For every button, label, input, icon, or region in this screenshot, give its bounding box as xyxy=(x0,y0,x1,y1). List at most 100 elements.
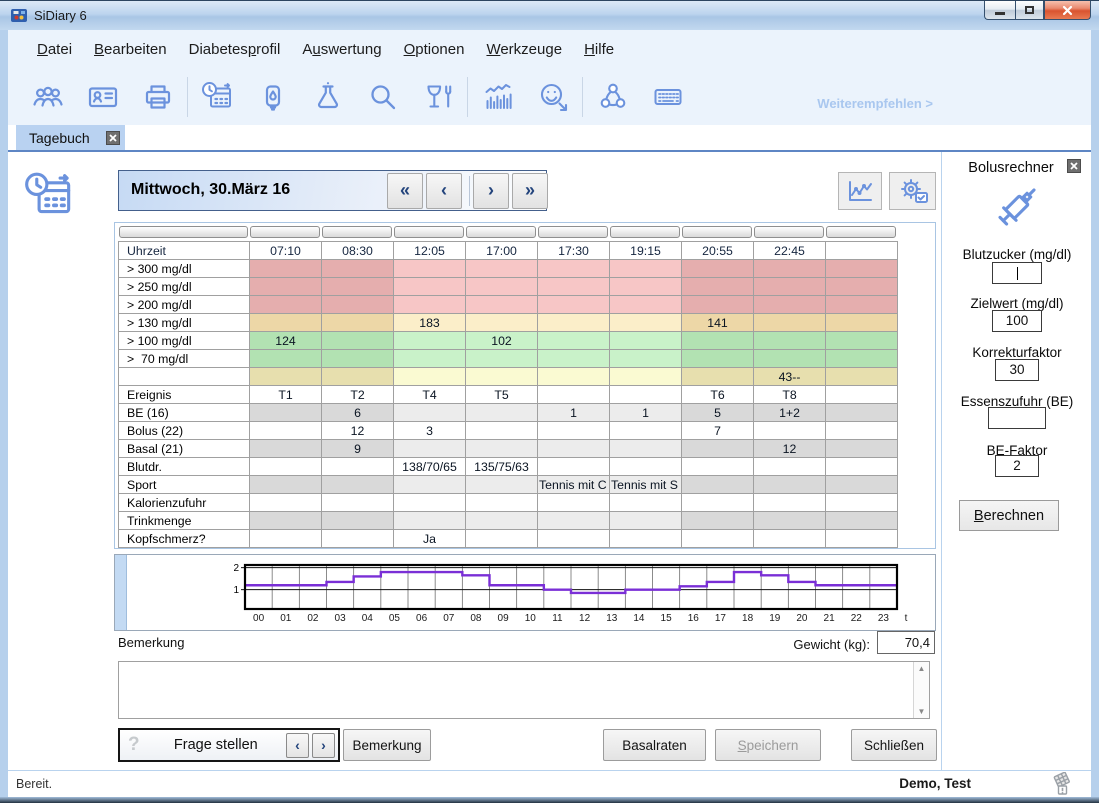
diary-cell[interactable] xyxy=(826,404,898,422)
diary-cell[interactable] xyxy=(610,278,682,296)
diary-cell[interactable]: 135/75/63 xyxy=(466,458,538,476)
diary-cell[interactable] xyxy=(826,512,898,530)
diary-cell[interactable] xyxy=(826,458,898,476)
diary-cell[interactable] xyxy=(466,530,538,548)
diary-cell[interactable]: 12 xyxy=(322,422,394,440)
diary-cell[interactable] xyxy=(538,530,610,548)
diary-cell[interactable]: 5 xyxy=(682,404,754,422)
diary-cell[interactable] xyxy=(754,494,826,512)
diary-cell[interactable] xyxy=(250,458,322,476)
menu-item-bearbeiten[interactable]: Bearbeiten xyxy=(83,41,178,58)
column-group-button[interactable] xyxy=(754,226,824,238)
diary-cell[interactable] xyxy=(322,530,394,548)
diary-cell[interactable] xyxy=(754,512,826,530)
first-day-button[interactable]: « xyxy=(387,173,423,209)
diary-cell[interactable] xyxy=(682,332,754,350)
diary-cell[interactable] xyxy=(322,368,394,386)
diary-cell[interactable] xyxy=(394,332,466,350)
diary-cell[interactable] xyxy=(610,350,682,368)
diary-cell[interactable] xyxy=(250,368,322,386)
diary-cell[interactable] xyxy=(322,296,394,314)
diary-cell[interactable] xyxy=(466,278,538,296)
search-button[interactable] xyxy=(355,74,410,120)
diary-cell[interactable] xyxy=(538,332,610,350)
diary-cell[interactable] xyxy=(250,512,322,530)
diary-cell[interactable] xyxy=(466,350,538,368)
menu-item-hilfe[interactable]: Hilfe xyxy=(573,41,625,58)
diary-cell[interactable] xyxy=(610,512,682,530)
diary-cell[interactable] xyxy=(538,440,610,458)
column-group-button[interactable] xyxy=(538,226,608,238)
column-group-button[interactable] xyxy=(610,226,680,238)
diary-cell[interactable] xyxy=(754,260,826,278)
diary-cell[interactable] xyxy=(610,260,682,278)
last-day-button[interactable]: » xyxy=(512,173,548,209)
column-group-button[interactable] xyxy=(682,226,752,238)
diary-cell[interactable] xyxy=(250,350,322,368)
diary-cell[interactable] xyxy=(466,422,538,440)
diary-cell[interactable] xyxy=(826,296,898,314)
diary-cell[interactable] xyxy=(250,530,322,548)
diary-cell[interactable]: 124 xyxy=(250,332,322,350)
keyboard-button[interactable] xyxy=(640,74,695,120)
id-card-button[interactable] xyxy=(75,74,130,120)
diary-cell[interactable] xyxy=(250,440,322,458)
diary-cell[interactable] xyxy=(538,278,610,296)
menu-item-optionen[interactable]: Optionen xyxy=(393,41,476,58)
diary-cell[interactable] xyxy=(826,260,898,278)
diary-cell[interactable] xyxy=(250,494,322,512)
minimize-button[interactable] xyxy=(984,1,1015,20)
diary-cell[interactable] xyxy=(826,314,898,332)
menu-item-auswertung[interactable]: Auswertung xyxy=(291,41,392,58)
basal-rate-plot[interactable]: 1200010203040506070809101112131415161718… xyxy=(115,555,935,630)
be-factor-input[interactable]: 2 xyxy=(995,455,1039,477)
share-button[interactable] xyxy=(585,74,640,120)
diary-cell[interactable] xyxy=(610,530,682,548)
diary-cell[interactable] xyxy=(538,368,610,386)
diary-cell[interactable] xyxy=(466,404,538,422)
diary-cell[interactable] xyxy=(250,296,322,314)
diary-cell[interactable]: T2 xyxy=(322,386,394,404)
diary-cell[interactable] xyxy=(754,530,826,548)
diary-cell[interactable] xyxy=(682,512,754,530)
tab-tagebuch[interactable]: Tagebuch xyxy=(16,125,125,150)
menu-item-diabetesprofil[interactable]: Diabetesprofil xyxy=(178,41,292,58)
diary-cell[interactable] xyxy=(394,512,466,530)
diary-cell[interactable] xyxy=(466,440,538,458)
diary-cell[interactable] xyxy=(682,368,754,386)
diary-cell[interactable] xyxy=(826,422,898,440)
diary-cell[interactable]: 9 xyxy=(322,440,394,458)
target-value-input[interactable]: 100 xyxy=(992,310,1042,332)
diary-cell[interactable] xyxy=(610,386,682,404)
close-button[interactable] xyxy=(1044,1,1091,20)
diary-cell[interactable] xyxy=(682,530,754,548)
diary-cell[interactable] xyxy=(610,422,682,440)
ask-previous-button[interactable]: ‹ xyxy=(286,733,309,758)
diary-cell[interactable] xyxy=(322,494,394,512)
diary-cell[interactable]: T4 xyxy=(394,386,466,404)
correction-factor-input[interactable]: 30 xyxy=(995,359,1039,381)
diary-cell[interactable] xyxy=(610,458,682,476)
diary-cell[interactable] xyxy=(250,404,322,422)
diary-cell[interactable] xyxy=(322,476,394,494)
diary-cell[interactable]: 7 xyxy=(682,422,754,440)
diary-cell[interactable] xyxy=(610,368,682,386)
save-button[interactable]: Speichern xyxy=(715,729,821,761)
diary-cell[interactable] xyxy=(394,278,466,296)
diary-cell[interactable]: 1 xyxy=(538,404,610,422)
diary-cell[interactable] xyxy=(682,260,754,278)
diary-cell[interactable] xyxy=(610,314,682,332)
basal-rate-chart[interactable]: 1200010203040506070809101112131415161718… xyxy=(115,555,935,635)
diary-cell[interactable] xyxy=(250,260,322,278)
printer-button[interactable] xyxy=(130,74,185,120)
remark-button[interactable]: Bemerkung xyxy=(343,729,431,761)
lab-flask-button[interactable] xyxy=(300,74,355,120)
diary-cell[interactable] xyxy=(754,296,826,314)
diary-cell[interactable] xyxy=(466,368,538,386)
diary-cell[interactable] xyxy=(538,350,610,368)
diary-cell[interactable] xyxy=(394,494,466,512)
diary-cell[interactable] xyxy=(682,476,754,494)
diary-cell[interactable] xyxy=(826,368,898,386)
diary-cell[interactable] xyxy=(826,386,898,404)
diary-cell[interactable] xyxy=(322,314,394,332)
